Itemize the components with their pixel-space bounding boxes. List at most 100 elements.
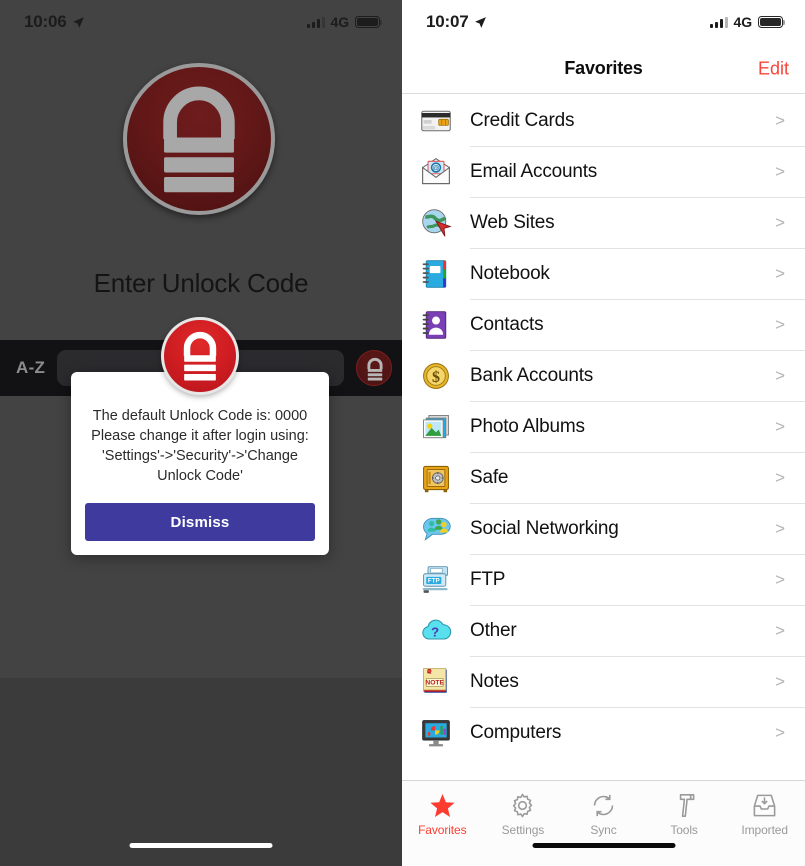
globe-cursor-icon — [418, 205, 454, 241]
status-left-group: 10:06 — [24, 12, 85, 32]
star-icon — [429, 790, 456, 820]
padlock-icon — [183, 331, 217, 381]
tab-label: Favorites — [418, 823, 467, 837]
chevron-right-icon: > — [775, 467, 785, 487]
list-item-label: Photo Albums — [470, 415, 585, 437]
network-label: 4G — [733, 14, 753, 30]
chevron-right-icon: > — [775, 722, 785, 742]
list-item-label: Bank Accounts — [470, 364, 594, 386]
favorites-list[interactable]: Credit Cards > @ Email Accounts > Web Sites > N… — [402, 95, 805, 780]
list-item-label: Social Networking — [470, 517, 619, 539]
cloud-question-icon: ? — [418, 613, 454, 649]
status-left-group: 10:07 — [426, 12, 487, 32]
tab-label: Settings — [501, 823, 545, 837]
sort-order-label[interactable]: A-Z — [16, 358, 45, 378]
list-item[interactable]: $ Bank Accounts > — [402, 350, 805, 401]
lock-button[interactable] — [356, 350, 392, 386]
list-item-label: Credit Cards — [470, 109, 575, 131]
list-item-label: Other — [470, 619, 517, 641]
chevron-right-icon: > — [775, 518, 785, 538]
list-item-label: Notebook — [470, 262, 550, 284]
svg-text:NOTE: NOTE — [425, 679, 444, 686]
list-item[interactable]: Credit Cards > — [402, 95, 805, 146]
sticky-note-icon: NOTE — [418, 664, 454, 700]
chevron-right-icon: > — [775, 569, 785, 589]
list-item-label: Computers — [470, 721, 562, 743]
edit-button[interactable]: Edit — [758, 58, 789, 79]
unlock-screen: 10:06 4G Enter Unlock Code A-Z The defau… — [0, 0, 402, 866]
address-book-icon — [418, 307, 454, 343]
tab-favorites[interactable]: Favorites — [402, 790, 483, 837]
photo-stack-icon — [418, 409, 454, 445]
list-item[interactable]: Safe > — [402, 452, 805, 503]
alert-lock-badge — [161, 317, 239, 395]
list-item[interactable]: Contacts > — [402, 299, 805, 350]
chevron-right-icon: > — [775, 263, 785, 283]
dismiss-button[interactable]: Dismiss — [85, 503, 315, 541]
sync-icon — [590, 790, 617, 820]
list-item-label: Web Sites — [470, 211, 555, 233]
status-right-group: 4G — [306, 14, 383, 30]
svg-text:$: $ — [432, 369, 440, 386]
battery-icon — [355, 15, 383, 29]
ftp-server-icon: FTP — [418, 562, 454, 598]
list-item-label: Notes — [470, 670, 519, 692]
status-bar-right: 10:07 4G — [402, 0, 805, 44]
home-indicator[interactable] — [532, 843, 675, 848]
location-arrow-icon — [475, 16, 487, 28]
list-item-label: Safe — [470, 466, 509, 488]
status-time: 10:07 — [426, 12, 469, 31]
location-arrow-icon — [73, 16, 85, 28]
favorites-screen: 10:07 4G Favorites Edit Credit Cards > @ Em… — [402, 0, 805, 866]
inbox-icon — [751, 790, 778, 820]
svg-text:@: @ — [432, 164, 439, 172]
tab-imported[interactable]: Imported — [724, 790, 805, 837]
chevron-right-icon: > — [775, 416, 785, 436]
gear-icon — [509, 790, 536, 820]
list-item-label: FTP — [470, 568, 506, 590]
tab-label: Tools — [670, 823, 698, 837]
list-item-label: Email Accounts — [470, 160, 598, 182]
background-lower — [0, 678, 402, 866]
list-item-label: Contacts — [470, 313, 544, 335]
list-item[interactable]: NOTE Notes > — [402, 656, 805, 707]
tab-sync[interactable]: Sync — [563, 790, 644, 837]
signal-bars-icon — [306, 16, 325, 28]
page-title: Favorites — [564, 58, 643, 78]
tab-bar: Favorites Settings Sync Tools Imported — [402, 780, 805, 866]
list-item[interactable]: Notebook > — [402, 248, 805, 299]
chevron-right-icon: > — [775, 365, 785, 385]
list-item[interactable]: Photo Albums > — [402, 401, 805, 452]
list-item[interactable]: ? Other > — [402, 605, 805, 656]
padlock-icon — [163, 86, 235, 193]
notebook-icon — [418, 256, 454, 292]
list-item[interactable]: Computers > — [402, 707, 805, 758]
list-item[interactable]: Web Sites > — [402, 197, 805, 248]
dollar-coin-icon: $ — [418, 358, 454, 394]
svg-text:FTP: FTP — [428, 577, 440, 584]
app-lock-badge — [123, 63, 275, 215]
tab-settings[interactable]: Settings — [483, 790, 564, 837]
svg-text:?: ? — [431, 624, 439, 639]
safe-icon — [418, 460, 454, 496]
home-indicator[interactable] — [129, 843, 273, 848]
status-bar-left: 10:06 4G — [0, 0, 402, 44]
list-item[interactable]: Social Networking > — [402, 503, 805, 554]
alert-message: The default Unlock Code is: 0000 Please … — [91, 408, 309, 484]
tab-tools[interactable]: Tools — [644, 790, 725, 837]
list-item[interactable]: FTP FTP > — [402, 554, 805, 605]
status-time: 10:06 — [24, 12, 67, 31]
signal-bars-icon — [709, 16, 728, 28]
padlock-icon — [367, 357, 383, 381]
battery-icon — [758, 15, 786, 29]
chevron-right-icon: > — [775, 212, 785, 232]
chevron-right-icon: > — [775, 110, 785, 130]
chevron-right-icon: > — [775, 161, 785, 181]
credit-card-icon — [418, 103, 454, 139]
network-label: 4G — [330, 14, 350, 30]
list-item[interactable]: @ Email Accounts > — [402, 146, 805, 197]
monitor-icon — [418, 715, 454, 751]
status-right-group: 4G — [709, 14, 786, 30]
default-code-alert: The default Unlock Code is: 0000 Please … — [71, 317, 329, 555]
page-title: Enter Unlock Code — [93, 268, 309, 298]
